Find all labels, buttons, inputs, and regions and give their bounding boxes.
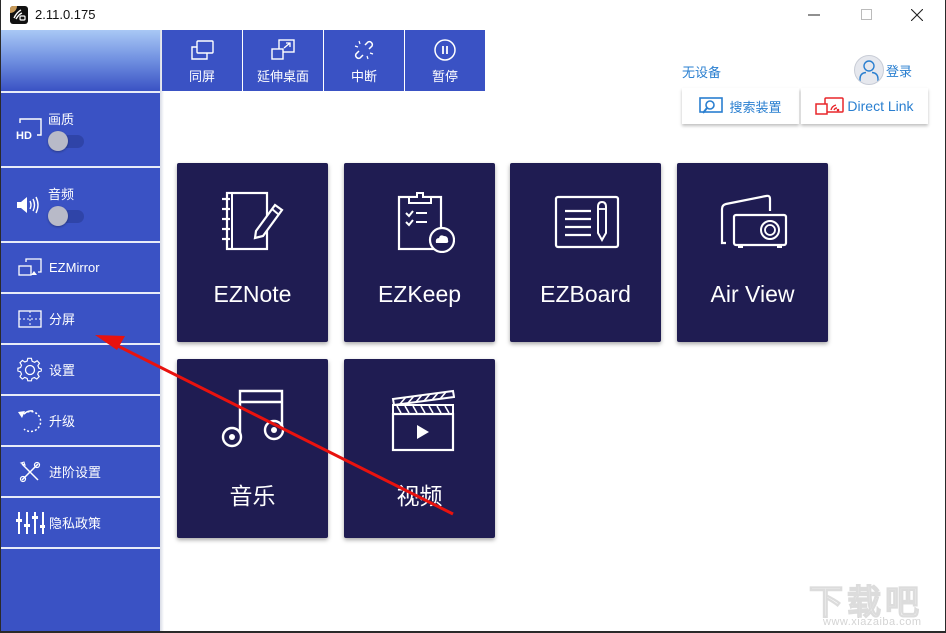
login-label: 登录: [886, 63, 913, 79]
pause-button[interactable]: 暂停: [405, 30, 485, 91]
music-note-icon: [177, 387, 328, 457]
upgrade-label: 升级: [49, 414, 76, 429]
sidebar-shadow: [160, 30, 164, 631]
tile-air-view-label: Air View: [710, 281, 795, 307]
pause-label: 暂停: [431, 69, 458, 84]
minimize-icon: [808, 14, 820, 16]
tools-icon: [15, 459, 45, 485]
direct-link-icon: [815, 97, 845, 115]
audio-label: 音频: [48, 187, 75, 202]
sidebar-item-quality: HD 画质: [1, 93, 160, 166]
tile-air-view[interactable]: Air View: [677, 163, 828, 342]
clapperboard-icon: [344, 387, 495, 457]
tile-ezboard-label: EZBoard: [540, 281, 631, 307]
mirror-screen-button[interactable]: 同屏: [162, 30, 242, 91]
sidebar-item-split-screen[interactable]: 分屏: [1, 294, 160, 343]
quality-toggle[interactable]: [48, 131, 84, 151]
extend-desktop-label: 延伸桌面: [256, 69, 309, 84]
projector-icon: [677, 191, 828, 261]
search-device-button[interactable]: 搜索装置: [682, 88, 799, 124]
upgrade-icon: [15, 408, 45, 434]
split-screen-label: 分屏: [49, 312, 76, 327]
disconnect-label: 中断: [350, 69, 377, 84]
minimize-button[interactable]: [791, 0, 837, 30]
search-device-icon: [699, 97, 724, 114]
toggle-knob: [48, 131, 68, 151]
divider: [1, 547, 160, 549]
mirror-screen-icon: [189, 38, 215, 62]
sliders-icon: [15, 510, 45, 536]
hd-icon: HD: [15, 117, 45, 143]
login-button[interactable]: 登录: [854, 55, 912, 85]
tile-ezkeep[interactable]: EZKeep: [344, 163, 495, 342]
speaker-icon: [15, 192, 45, 218]
window-title: 2.11.0.175: [35, 7, 96, 22]
clipboard-cloud-icon: [344, 191, 495, 261]
avatar-icon: [854, 55, 884, 85]
split-screen-icon: [15, 306, 45, 332]
tile-ezkeep-label: EZKeep: [377, 281, 462, 307]
app-logo-icon: [10, 6, 28, 24]
quality-label: 画质: [48, 112, 75, 127]
tile-eznote[interactable]: EZNote: [177, 163, 328, 342]
sidebar-item-privacy-policy[interactable]: 隐私政策: [1, 498, 160, 547]
maximize-button[interactable]: [844, 0, 890, 30]
sidebar-item-upgrade[interactable]: 升级: [1, 396, 160, 445]
sidebar-item-audio: 音频: [1, 168, 160, 241]
privacy-policy-label: 隐私政策: [49, 516, 102, 531]
toggle-knob: [48, 206, 68, 226]
tile-ezboard[interactable]: EZBoard: [510, 163, 661, 342]
audio-toggle[interactable]: [48, 206, 84, 226]
sidebar-item-ezmirror[interactable]: EZMirror: [1, 243, 160, 292]
sidebar-item-settings[interactable]: 设置: [1, 345, 160, 394]
pause-icon: [432, 38, 458, 62]
sidebar-header: [1, 30, 160, 91]
tile-video[interactable]: 视频: [344, 359, 495, 538]
extend-desktop-icon: [270, 38, 296, 62]
disconnect-button[interactable]: 中断: [324, 30, 404, 91]
direct-link-button[interactable]: Direct Link: [801, 88, 928, 124]
tile-eznote-label: EZNote: [213, 281, 292, 307]
close-button[interactable]: [894, 0, 940, 30]
watermark: 下载吧 www.xiazaiba.com: [805, 575, 945, 631]
advanced-settings-label: 进阶设置: [49, 465, 102, 480]
disconnect-icon: [351, 38, 377, 62]
sidebar-item-advanced-settings[interactable]: 进阶设置: [1, 447, 160, 496]
top-toolbar: 同屏 延伸桌面 中断 暂停: [162, 30, 485, 91]
sidebar: HD 画质 音频 EZMirror 分屏 设置 升级 进阶设置 隐私政策: [1, 30, 160, 631]
tile-music[interactable]: 音乐: [177, 359, 328, 538]
gear-icon: [15, 357, 45, 383]
tile-music-label: 音乐: [229, 483, 276, 509]
device-status: 无设备: [682, 65, 722, 80]
watermark-url: www.xiazaiba.com: [823, 616, 922, 628]
title-bar: 2.11.0.175: [1, 0, 945, 30]
settings-label: 设置: [49, 363, 76, 378]
close-icon: [911, 9, 923, 21]
tile-video-label: 视频: [396, 483, 443, 509]
whiteboard-icon: [510, 191, 661, 261]
svg-text:HD: HD: [16, 130, 32, 142]
maximize-icon: [861, 9, 872, 20]
direct-link-label: Direct Link: [847, 98, 914, 114]
ezmirror-icon: [15, 255, 45, 281]
ezmirror-label: EZMirror: [49, 260, 100, 275]
mirror-screen-label: 同屏: [188, 69, 215, 84]
notebook-pencil-icon: [177, 191, 328, 261]
extend-desktop-button[interactable]: 延伸桌面: [243, 30, 323, 91]
search-device-label: 搜索装置: [729, 99, 782, 115]
